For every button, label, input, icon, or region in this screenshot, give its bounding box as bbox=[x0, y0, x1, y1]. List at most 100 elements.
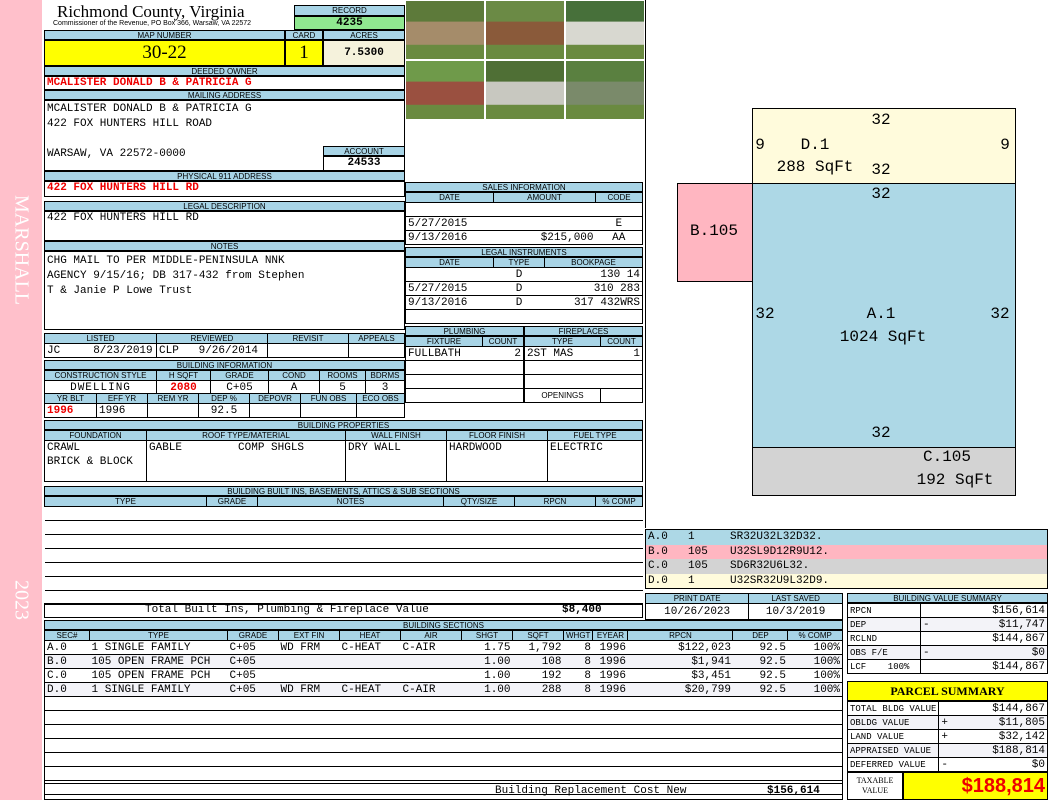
properties-table: FOUNDATION ROOF TYPE/MATERIAL WALL FINISH F… bbox=[44, 430, 643, 482]
properties-header: FOUNDATION bbox=[44, 430, 147, 441]
legal-description: 422 FOX HUNTERS HILL RD bbox=[44, 211, 405, 241]
section-row-cell: WD FRM bbox=[278, 682, 340, 697]
property-photo[interactable] bbox=[405, 60, 485, 120]
sales-row-cell: 5/27/2015 bbox=[405, 216, 494, 231]
property-photo[interactable] bbox=[405, 0, 485, 60]
property-photo[interactable] bbox=[565, 60, 645, 120]
instrument-row-cell bbox=[405, 267, 494, 282]
builtins-header-cell: GRADE bbox=[206, 496, 258, 507]
value-summary-row-value: $156,614 bbox=[935, 603, 1048, 618]
section-row-cell bbox=[339, 668, 401, 683]
review-table: LISTED REVIEWED REVISIT APPEALS JC 8/23/201… bbox=[44, 333, 405, 358]
value-summary-row-value: $144,867 bbox=[935, 659, 1048, 674]
builtins-cell bbox=[44, 506, 207, 521]
foundation: CRAWL BRICK & BLOCK bbox=[44, 440, 147, 482]
sales-header-cell: AMOUNT bbox=[493, 192, 596, 203]
builtins-row bbox=[44, 506, 643, 521]
instruments-header-cell: TYPE bbox=[493, 257, 545, 268]
property-photo[interactable] bbox=[565, 0, 645, 60]
building-info-header-cell: EFF YR bbox=[96, 393, 148, 404]
sales-row: 9/13/2016 $215,000 AA bbox=[405, 230, 643, 245]
building-info-header-cell: REM YR bbox=[147, 393, 199, 404]
sections-header: SEC# TYPE GRADE EXT FIN HEAT AIR SHGT SQFT WHGT E… bbox=[44, 630, 843, 641]
properties-header: WALL FINISH bbox=[345, 430, 447, 441]
section-row-cell: 8 bbox=[563, 668, 593, 683]
parcel-row: DEFERRED VALUE - $0 bbox=[846, 757, 1049, 772]
parcel-row-sign: - bbox=[938, 757, 954, 772]
instrument-row-cell: 130 14 bbox=[544, 267, 643, 282]
parcel-row-value: $32,142 bbox=[953, 729, 1049, 744]
vector-cell: U32SL9D12R9U12. bbox=[730, 545, 830, 558]
plumbing-header-cell: COUNT bbox=[482, 336, 524, 347]
parcel-row: OBLDG VALUE + $11,805 bbox=[846, 715, 1049, 730]
builtins-row bbox=[44, 548, 643, 563]
builtins-header-cell: NOTES bbox=[257, 496, 444, 507]
value-summary-row: RPCN $156,614 bbox=[847, 603, 1048, 618]
sections-header-cell: GRADE bbox=[227, 630, 279, 641]
section-row bbox=[44, 752, 843, 767]
instrument-row: D 130 14 bbox=[405, 267, 643, 282]
section-row bbox=[44, 766, 843, 781]
parcel-row: LAND VALUE + $32,142 bbox=[846, 729, 1049, 744]
revisit-value bbox=[267, 343, 349, 358]
value-summary-row-sign bbox=[920, 603, 935, 618]
builtins-cell bbox=[514, 562, 596, 577]
section-row-cell: C-HEAT bbox=[339, 682, 401, 697]
properties-label: BUILDING PROPERTIES bbox=[44, 420, 643, 430]
mailing-label: MAILING ADDRESS bbox=[44, 90, 405, 100]
section-row-cell: 1996 bbox=[592, 640, 628, 655]
building-info-header-cell: H SQFT bbox=[156, 370, 211, 381]
sections-total-row: Building Replacement Cost New $156,614 bbox=[44, 783, 843, 800]
instrument-row-cell: D bbox=[493, 281, 545, 296]
parcel-summary-table: TOTAL BLDG VALUE $144,867 OBLDG VALUE + $11,… bbox=[846, 701, 1049, 772]
fireplace-row-cell: 2ST MAS bbox=[524, 346, 601, 361]
builtins-cell bbox=[443, 548, 515, 563]
builtins-cell bbox=[514, 548, 596, 563]
parcel-row: APPRAISED VALUE $188,814 bbox=[846, 743, 1049, 758]
owner-label: DEEDED OWNER bbox=[44, 66, 405, 76]
section-row-cell: 92.5 bbox=[732, 640, 788, 655]
plumbing-row-cell: FULLBATH bbox=[405, 346, 483, 361]
section-row-cell: 1996 bbox=[592, 682, 628, 697]
reviewed-label: REVIEWED bbox=[156, 333, 268, 344]
parcel-row-label: LAND VALUE bbox=[846, 729, 940, 744]
section-row-cell: 92.5 bbox=[732, 654, 788, 669]
section-row bbox=[44, 724, 843, 739]
vector-cell: SR32U32L32D32. bbox=[730, 531, 823, 543]
sections-header-cell: EYEAR bbox=[592, 630, 629, 641]
section-row-cell: $122,023 bbox=[627, 640, 733, 655]
section-empty bbox=[44, 752, 843, 767]
sketch-label-d-left: 9 bbox=[755, 136, 765, 154]
builtins-total: $8,400 bbox=[562, 604, 602, 616]
fireplace-row-cell bbox=[600, 374, 643, 389]
value-summary-row-value: $144,867 bbox=[935, 631, 1048, 646]
section-row-cell: C+05 bbox=[227, 654, 279, 669]
section-row-cell: 1996 bbox=[592, 668, 628, 683]
vector-cell: C.0 bbox=[648, 560, 668, 572]
vector-cell: U32SR32U9L32D9. bbox=[730, 574, 830, 587]
section-row bbox=[44, 710, 843, 725]
property-photo[interactable] bbox=[485, 60, 565, 120]
builtins-label: BUILDING BUILT INS, BASEMENTS, ATTICS & … bbox=[44, 486, 643, 496]
sketch-label-a-top: 32 bbox=[871, 185, 891, 203]
section-row-cell: 192 bbox=[512, 668, 564, 683]
value-summary-row-label: LCF 100% bbox=[847, 659, 921, 674]
property-photo[interactable] bbox=[485, 0, 565, 60]
plumbing-row-cell bbox=[482, 388, 524, 403]
instrument-row: 9/13/2016 D 317 432WRS bbox=[405, 295, 643, 310]
building-info-header-cell: COND bbox=[268, 370, 320, 381]
section-row-cell bbox=[339, 654, 401, 669]
builtins-cell bbox=[443, 506, 515, 521]
appeals-value bbox=[348, 343, 405, 358]
account-label: ACCOUNT bbox=[323, 146, 405, 156]
builtins-cell bbox=[595, 576, 643, 591]
sales-header-cell: CODE bbox=[595, 192, 643, 203]
map-number: 30-22 bbox=[44, 40, 285, 66]
section-row-cell: 100% bbox=[787, 654, 843, 669]
fireplaces-table: TYPE COUNT 2ST MAS 1 OPENINGS bbox=[524, 336, 643, 403]
replacement-cost: $156,614 bbox=[767, 785, 820, 797]
building-info-header: YR BLT EFF YR REM YR DEP % DEPOVR FUN OBS ECO … bbox=[44, 393, 405, 404]
parcel-row-value: $188,814 bbox=[953, 743, 1049, 758]
builtins-cell bbox=[44, 576, 207, 591]
building-info-values: 1996 1996 92.5 bbox=[44, 403, 405, 418]
